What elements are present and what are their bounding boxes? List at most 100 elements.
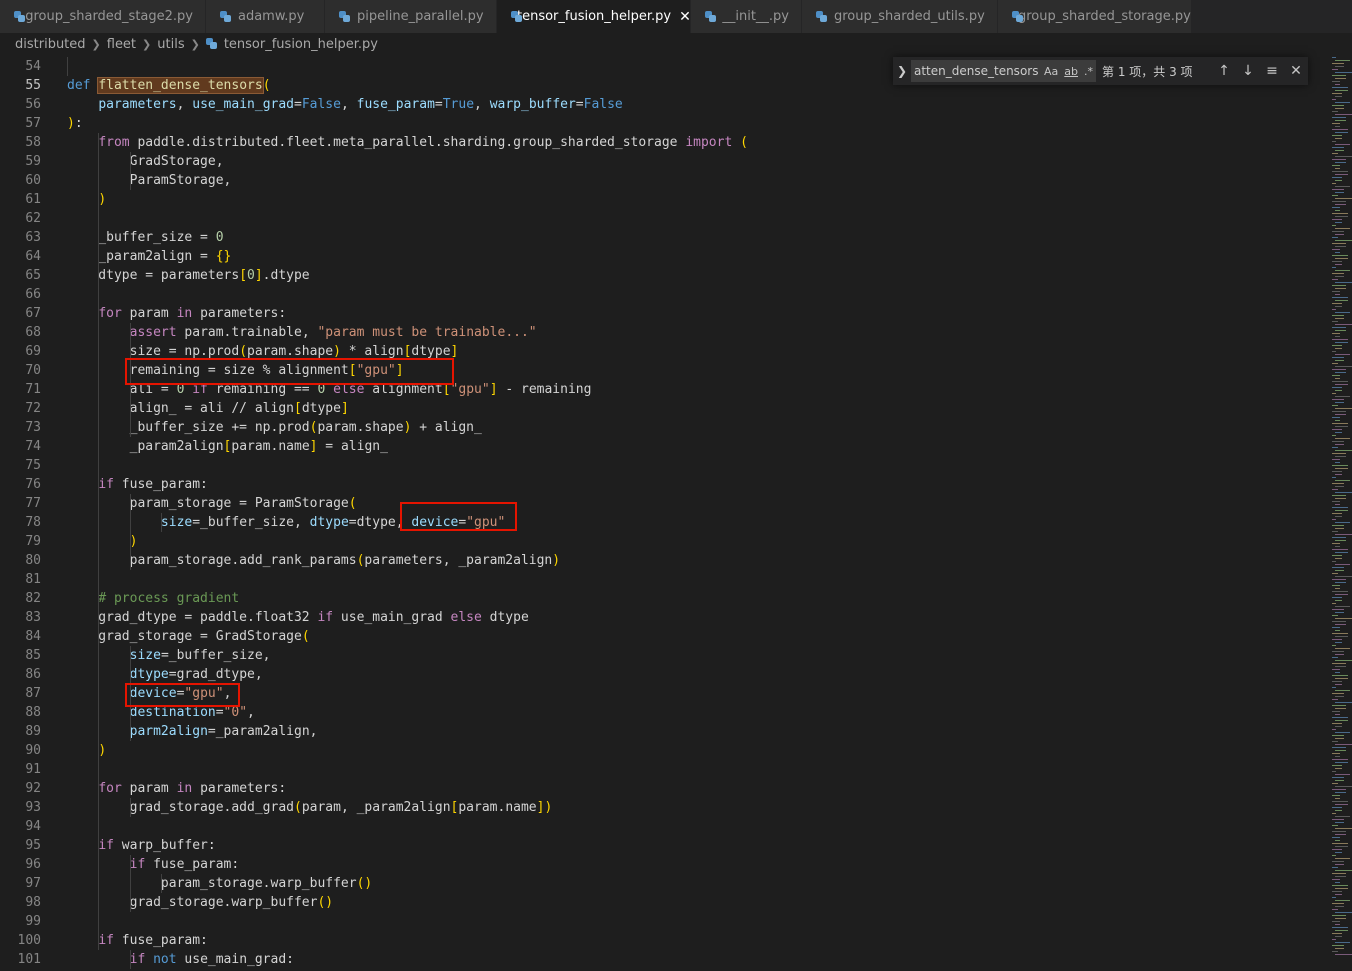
minimap-line	[1332, 465, 1348, 466]
previous-match-icon[interactable]: ↑	[1212, 63, 1236, 79]
line-number: 54	[25, 59, 41, 74]
code-text: from paddle.distributed.fleet.meta_paral…	[98, 135, 748, 150]
minimap-line	[1332, 927, 1348, 928]
close-tab-icon[interactable]: ✕	[679, 9, 691, 25]
code-line: 76 if fuse_param:	[0, 475, 1330, 494]
minimap[interactable]	[1330, 57, 1352, 971]
minimap-line	[1335, 594, 1348, 595]
code-line: 74 _param2align[param.name] = align_	[0, 437, 1330, 456]
tab-label: pipeline_parallel.py	[357, 9, 484, 24]
find-in-selection-icon[interactable]: ≡	[1260, 63, 1284, 79]
code-line: 79 )	[0, 532, 1330, 551]
minimap-line	[1335, 300, 1348, 301]
minimap-line	[1332, 207, 1340, 208]
annotation-box	[125, 683, 240, 707]
minimap-line	[1332, 93, 1342, 94]
minimap-line	[1335, 384, 1348, 385]
minimap-line	[1332, 633, 1348, 634]
minimap-line	[1332, 759, 1348, 760]
tab-label: group_sharded_storage.py	[1018, 9, 1191, 24]
minimap-line	[1332, 87, 1348, 88]
code-line: 58 from paddle.distributed.fleet.meta_pa…	[0, 133, 1330, 152]
line-number: 91	[25, 762, 41, 777]
tab-group-sharded-storage-py[interactable]: group_sharded_storage.py	[998, 0, 1192, 33]
minimap-line	[1335, 360, 1344, 361]
minimap-line	[1332, 471, 1342, 472]
match-case-toggle[interactable]: Aa	[1044, 65, 1058, 78]
code-editor[interactable]: 54 55 def flatten_dense_tensors(56 paramet…	[0, 57, 1330, 971]
minimap-line	[1335, 126, 1340, 127]
code-line: 93 grad_storage.add_grad(param, _param2a…	[0, 798, 1330, 817]
code-line: 98 grad_storage.warp_buffer()	[0, 893, 1330, 912]
breadcrumb-item[interactable]: distributed	[15, 37, 86, 52]
code-text: GradStorage,	[67, 154, 224, 169]
tab-label: __init__.py	[722, 9, 789, 24]
minimap-line	[1332, 285, 1346, 286]
minimap-line	[1335, 948, 1344, 949]
indent-guide	[67, 57, 68, 76]
line-number: 66	[25, 287, 41, 302]
minimap-line	[1335, 468, 1348, 469]
line-number: 76	[25, 477, 41, 492]
tab-group-sharded-stage2-py[interactable]: group_sharded_stage2.py	[0, 0, 206, 33]
line-number: 79	[25, 534, 41, 549]
whole-word-toggle[interactable]: ab	[1064, 65, 1078, 78]
minimap-line	[1335, 390, 1342, 391]
find-input[interactable]: atten_dense_tensors Aa ab .*	[911, 60, 1096, 82]
minimap-line	[1335, 636, 1348, 637]
minimap-line	[1335, 798, 1340, 799]
minimap-line	[1332, 789, 1346, 790]
minimap-line	[1335, 102, 1350, 103]
line-number: 73	[25, 420, 41, 435]
minimap-line	[1335, 738, 1344, 739]
minimap-line	[1332, 531, 1338, 532]
minimap-line	[1335, 204, 1346, 205]
regex-toggle[interactable]: .*	[1084, 65, 1093, 78]
minimap-line	[1335, 168, 1340, 169]
find-widget: ❯ atten_dense_tensors Aa ab .* 第 1 项，共 3…	[893, 57, 1308, 85]
code-line: 89 parm2align=_param2align,	[0, 722, 1330, 741]
code-text: dtype = parameters[0].dtype	[67, 268, 310, 283]
line-number: 68	[25, 325, 41, 340]
code-text: _buffer_size = 0	[67, 230, 224, 245]
minimap-line	[1335, 312, 1350, 313]
code-line: 86 dtype=grad_dtype,	[0, 665, 1330, 684]
line-number: 90	[25, 743, 41, 758]
minimap-line	[1335, 396, 1350, 397]
minimap-line	[1332, 255, 1348, 256]
tab-group-sharded-utils-py[interactable]: group_sharded_utils.py	[802, 0, 998, 33]
minimap-line	[1332, 123, 1340, 124]
line-number: 86	[25, 667, 41, 682]
close-find-icon[interactable]: ✕	[1284, 63, 1308, 79]
minimap-line	[1332, 645, 1336, 646]
next-match-icon[interactable]: ↓	[1236, 63, 1260, 79]
minimap-line	[1335, 174, 1348, 175]
minimap-line	[1332, 333, 1340, 334]
line-number: 65	[25, 268, 41, 283]
breadcrumb-item[interactable]: fleet	[107, 37, 136, 52]
minimap-line	[1335, 264, 1342, 265]
minimap-line	[1335, 912, 1352, 913]
tab--init-py[interactable]: __init__.py	[691, 0, 802, 33]
minimap-line	[1332, 273, 1344, 274]
minimap-line	[1335, 498, 1346, 499]
minimap-line	[1335, 822, 1344, 823]
minimap-line	[1332, 129, 1348, 130]
minimap-line	[1335, 918, 1346, 919]
code-text: grad_dtype = paddle.float32 if use_main_…	[67, 610, 529, 625]
minimap-line	[1332, 555, 1342, 556]
python-file-icon	[816, 10, 828, 23]
tab-adamw-py[interactable]: adamw.py	[206, 0, 325, 33]
toggle-replace-icon[interactable]: ❯	[893, 64, 911, 78]
breadcrumb-item[interactable]: tensor_fusion_helper.py	[224, 37, 378, 52]
minimap-line	[1332, 117, 1346, 118]
find-input-value: atten_dense_tensors	[914, 64, 1039, 78]
minimap-line	[1332, 393, 1336, 394]
code-line: 59 GradStorage,	[0, 152, 1330, 171]
tab-tensor-fusion-helper-py[interactable]: tensor_fusion_helper.py ✕	[497, 0, 691, 33]
indent-guide	[129, 855, 131, 912]
code-line: 62	[0, 209, 1330, 228]
minimap-line	[1332, 69, 1338, 70]
breadcrumb-item[interactable]: utils	[157, 37, 184, 52]
tab-pipeline-parallel-py[interactable]: pipeline_parallel.py	[325, 0, 497, 33]
